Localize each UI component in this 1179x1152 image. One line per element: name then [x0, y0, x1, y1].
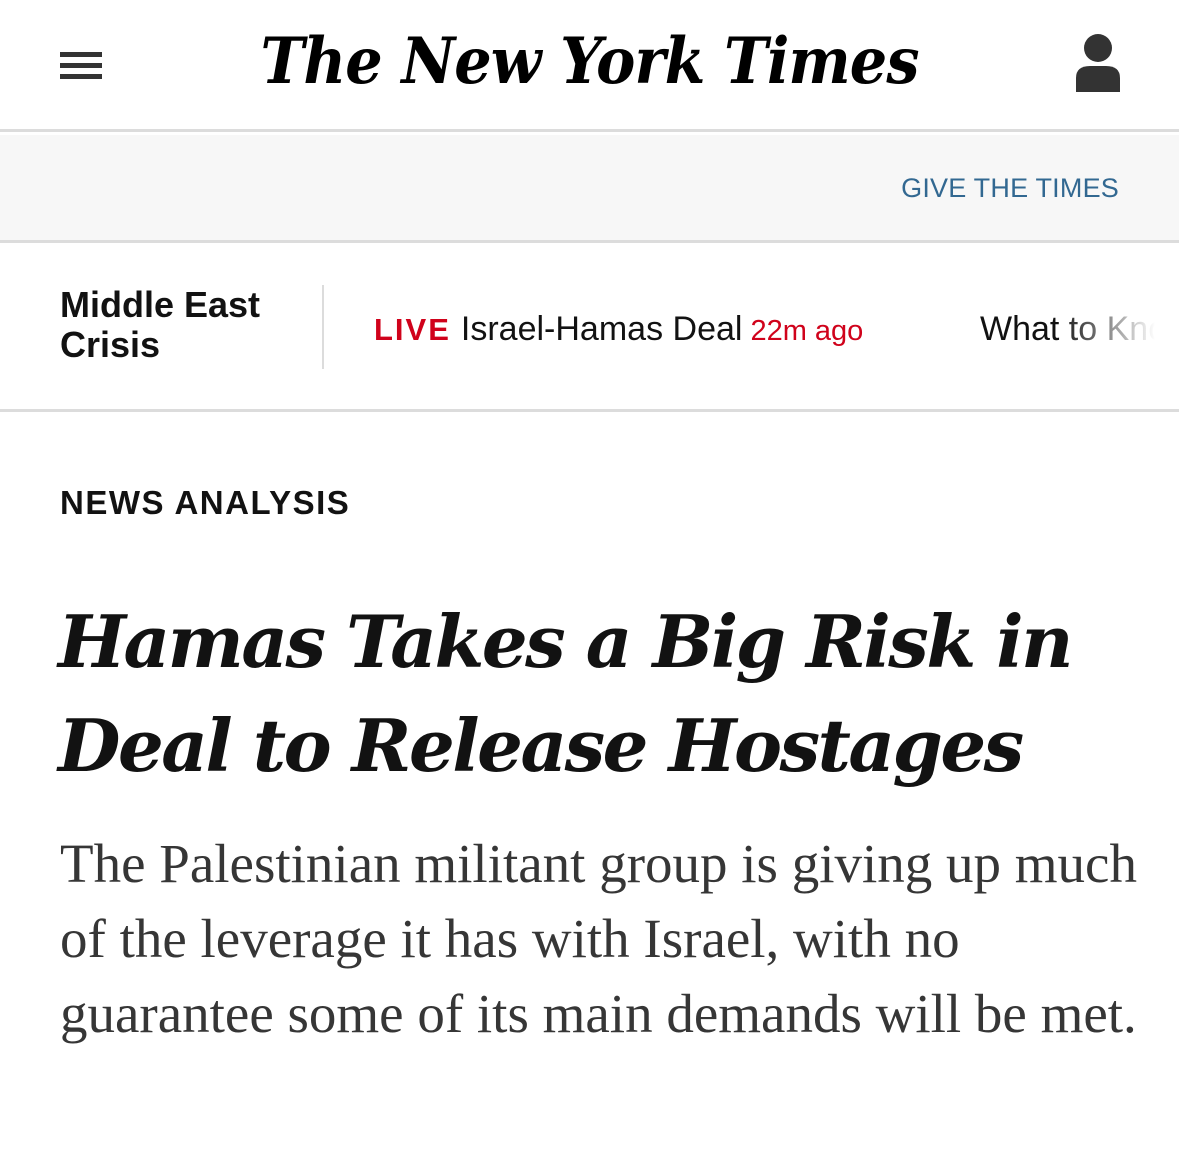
- nav-item-what-to-know[interactable]: What to Know: [980, 309, 1179, 349]
- live-coverage-link[interactable]: LIVE Israel-Hamas Deal 22m ago: [374, 309, 863, 351]
- section-nav: Middle East Crisis LIVE Israel-Hamas Deal…: [0, 245, 1179, 412]
- nav-divider: [322, 285, 324, 369]
- nyt-logo[interactable]: The New York Times: [47, 22, 1132, 102]
- article-summary: The Palestinian militant group is giving…: [60, 833, 1137, 1044]
- account-icon[interactable]: [1070, 30, 1126, 96]
- masthead: The New York Times: [0, 0, 1179, 132]
- live-timestamp: 22m ago: [750, 315, 864, 347]
- promo-bar: GIVE THE TIMES: [0, 135, 1179, 243]
- article-headline: Hamas Takes a Big Risk in Deal to Releas…: [58, 599, 1073, 788]
- section-title-link[interactable]: Middle East Crisis: [60, 285, 300, 365]
- live-coverage-label: Israel-Hamas Deal: [460, 310, 743, 348]
- give-the-times-link[interactable]: GIVE THE TIMES: [901, 173, 1119, 204]
- article-kicker: NEWS ANALYSIS: [60, 484, 351, 521]
- live-badge: LIVE: [374, 312, 451, 347]
